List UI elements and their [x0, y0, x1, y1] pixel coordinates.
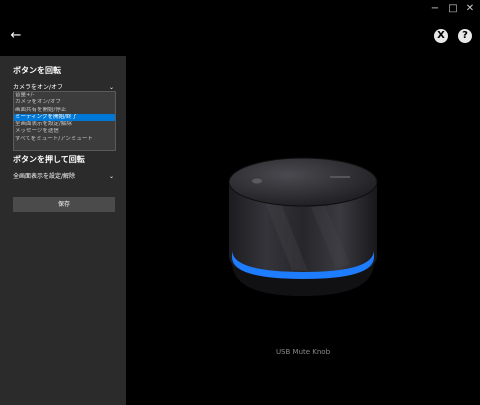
- device-top-mark: [252, 178, 262, 184]
- dropdown-option-meeting[interactable]: ミーティングを開始/終了: [14, 113, 115, 122]
- minimize-button[interactable]: −: [427, 1, 443, 17]
- press-rotate-action-value: 全画面表示を設定/解除: [13, 173, 76, 180]
- title-bar: − □ ✕: [0, 0, 480, 18]
- press-rotate-section-title: ボタンを押して回転: [13, 155, 85, 164]
- dropdown-option-send-message[interactable]: メッセージを送信: [14, 128, 115, 135]
- help-icon[interactable]: ?: [458, 29, 472, 43]
- dropdown-option-fullscreen[interactable]: 全画面表示を設定/解除: [14, 121, 115, 128]
- back-arrow-icon[interactable]: ←: [8, 28, 24, 44]
- device-illustration: [228, 157, 378, 296]
- rotate-action-value: カメラをオン/オフ: [13, 84, 64, 91]
- dropdown-option-screen-share[interactable]: 画面共有を開始/停止: [14, 107, 115, 114]
- close-button[interactable]: ✕: [462, 1, 478, 17]
- maximize-button[interactable]: □: [445, 1, 461, 17]
- dropdown-option-mute-all[interactable]: すべてをミュート/アンミュート: [14, 136, 115, 143]
- chevron-down-icon: ⌄: [108, 173, 114, 180]
- rotate-section-title: ボタンを回転: [13, 66, 61, 75]
- press-rotate-action-select[interactable]: 全画面表示を設定/解除 ⌄: [13, 171, 116, 182]
- dropdown-option-camera[interactable]: カメラをオン/オフ: [14, 99, 115, 106]
- save-button[interactable]: 保存: [13, 197, 115, 212]
- dropdown-option-volume[interactable]: 音量+/-: [14, 92, 115, 99]
- xbox-icon[interactable]: X: [434, 29, 448, 43]
- device-top-label: [330, 176, 350, 178]
- rotate-action-dropdown-list[interactable]: 音量+/- カメラをオン/オフ 画面共有を開始/停止 ミーティングを開始/終了 …: [13, 91, 116, 151]
- device-top-cap: [228, 157, 378, 207]
- device-caption: USB Mute Knob: [275, 348, 331, 356]
